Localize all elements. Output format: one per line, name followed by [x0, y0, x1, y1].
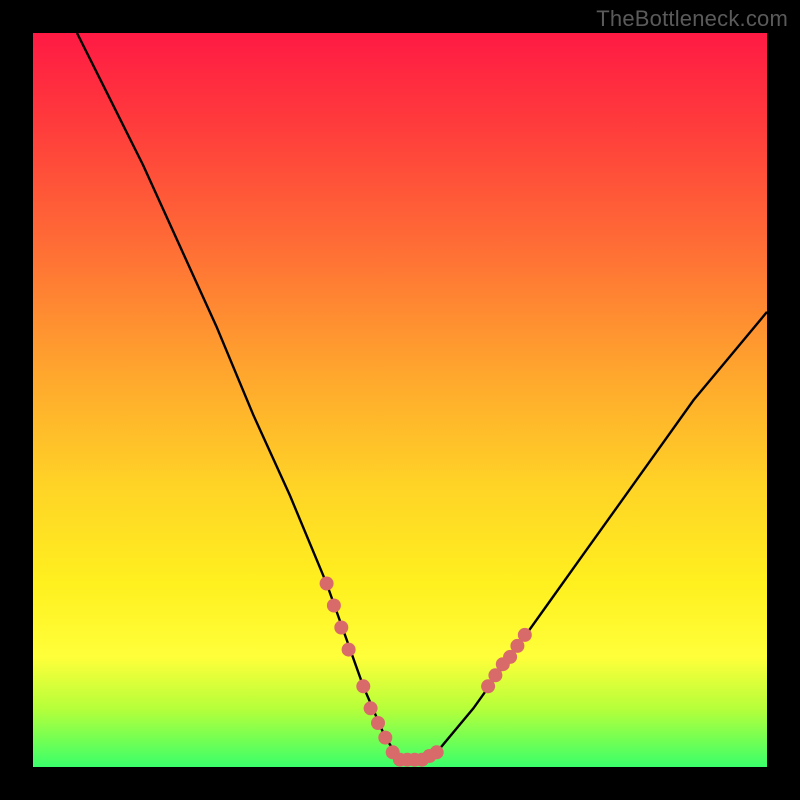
marker-dot [378, 731, 392, 745]
marker-dot [430, 745, 444, 759]
marker-dot [327, 599, 341, 613]
watermark-text: TheBottleneck.com [596, 6, 788, 32]
curve-svg [33, 33, 767, 767]
marker-dot [334, 621, 348, 635]
plot-area [33, 33, 767, 767]
marker-group [320, 577, 532, 767]
chart-frame: TheBottleneck.com [0, 0, 800, 800]
marker-dot [371, 716, 385, 730]
marker-dot [364, 701, 378, 715]
marker-dot [518, 628, 532, 642]
marker-dot [320, 577, 334, 591]
marker-dot [356, 679, 370, 693]
bottleneck-curve [77, 33, 767, 760]
marker-dot [342, 643, 356, 657]
